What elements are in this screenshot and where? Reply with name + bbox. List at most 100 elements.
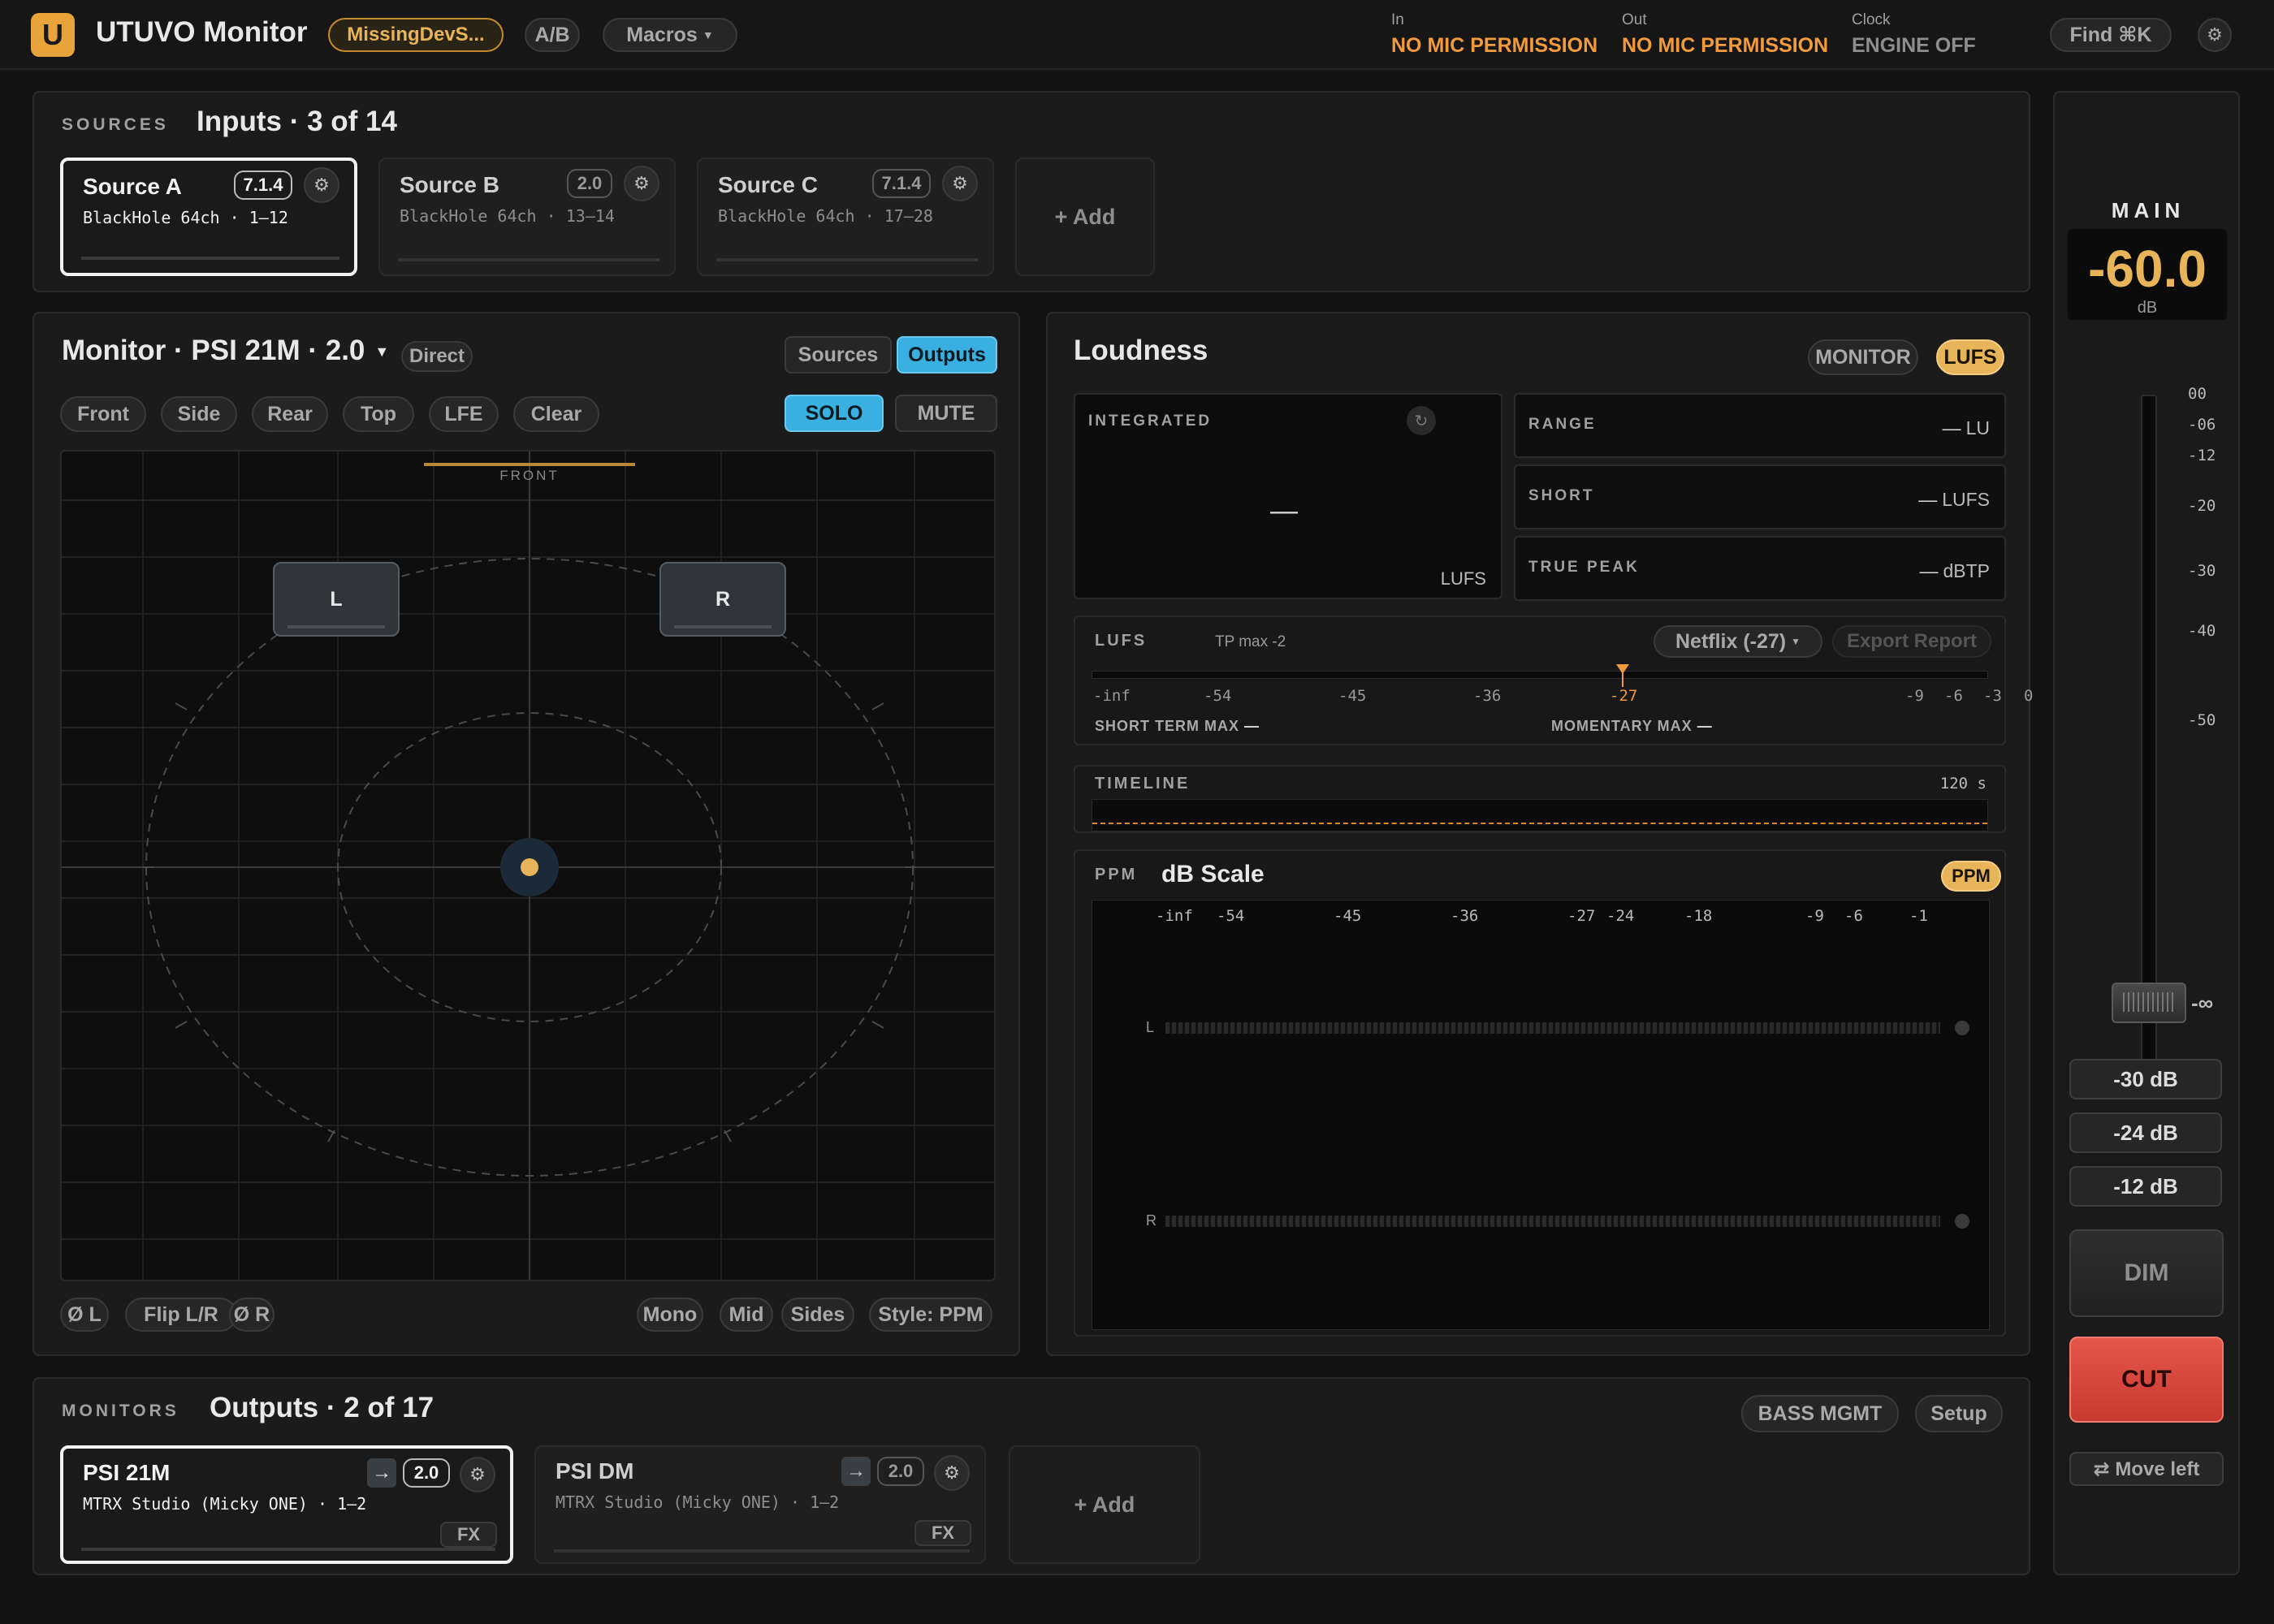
main-fader-handle[interactable] — [2112, 983, 2186, 1023]
find-button[interactable]: Find ⌘K — [2050, 18, 2172, 52]
timeline-box: TIMELINE 120 s — [1074, 765, 2006, 833]
ppm-title: dB Scale — [1161, 861, 1265, 888]
lufs-scale-tick: -27 — [1610, 687, 1638, 705]
lufs-scale-tick: -36 — [1473, 687, 1502, 705]
move-left-button[interactable]: ⇄ Move left — [2069, 1452, 2224, 1486]
main-scale-tick: -40 — [2188, 622, 2216, 640]
lufs-mode-button[interactable]: LUFS — [1936, 339, 2004, 375]
bass-management-button[interactable]: BASS MGMT — [1741, 1395, 1899, 1432]
source-card-c[interactable]: Source C 7.1.4 ⚙ BlackHole 64ch · 17–28 — [697, 158, 994, 276]
ppm-scale-tick: -1 — [1909, 907, 1928, 925]
preset-minus-12-button[interactable]: -12 dB — [2069, 1166, 2222, 1207]
add-source-button[interactable]: + Add — [1015, 158, 1155, 276]
group-clear-button[interactable]: Clear — [513, 396, 599, 432]
mono-button[interactable]: Mono — [637, 1298, 703, 1332]
reset-integrated-button[interactable]: ↻ — [1407, 406, 1436, 435]
ppm-scale-tick: -inf — [1156, 907, 1193, 925]
group-front-button[interactable]: Front — [60, 396, 146, 432]
lufs-scale-tick: -54 — [1204, 687, 1232, 705]
solo-button[interactable]: SOLO — [785, 395, 884, 432]
speaker-l[interactable]: L — [273, 562, 400, 637]
flip-lr-button[interactable]: Flip L/R — [125, 1298, 237, 1332]
true-peak-readout: — dBTP — [1919, 560, 1990, 582]
view-outputs-button[interactable]: Outputs — [897, 336, 997, 374]
output-meter-bar — [81, 1548, 495, 1551]
main-scale-tick: 00 — [2188, 385, 2207, 403]
add-output-button[interactable]: + Add — [1009, 1445, 1200, 1564]
output-card-psi-dm[interactable]: PSI DM → 2.0 ⚙ MTRX Studio (Micky ONE) ·… — [534, 1445, 986, 1564]
macros-label: Macros — [626, 23, 698, 46]
dim-button[interactable]: DIM — [2069, 1229, 2224, 1317]
speaker-r[interactable]: R — [659, 562, 786, 637]
phase-left-button[interactable]: Ø L — [60, 1298, 109, 1332]
output-settings-button[interactable]: ⚙ — [460, 1457, 495, 1492]
mute-button[interactable]: MUTE — [895, 395, 997, 432]
source-meter-bar — [716, 258, 978, 261]
device-chip[interactable]: MissingDevS... — [328, 18, 504, 52]
group-top-button[interactable]: Top — [343, 396, 414, 432]
integrated-unit: LUFS — [1440, 568, 1486, 589]
monitor-mode-button[interactable]: MONITOR — [1808, 339, 1918, 375]
target-preset-select[interactable]: Netflix (-27) ▼ — [1654, 625, 1822, 658]
output-card-psi-21m[interactable]: PSI 21M → 2.0 ⚙ MTRX Studio (Micky ONE) … — [60, 1445, 513, 1564]
lufs-scale-tick: -9 — [1905, 687, 1924, 705]
group-side-button[interactable]: Side — [161, 396, 237, 432]
source-settings-button[interactable]: ⚙ — [304, 167, 339, 203]
output-fx-button[interactable]: FX — [914, 1520, 971, 1546]
momentary-max-label: MOMENTARY MAX — [1551, 718, 1693, 734]
logo-letter: U — [42, 18, 63, 51]
sources-panel: SOURCES Inputs · 3 of 14 Source A 7.1.4 … — [32, 91, 2030, 292]
output-fx-button[interactable]: FX — [440, 1522, 497, 1548]
direct-chip[interactable]: Direct — [401, 341, 473, 372]
preset-minus-30-button[interactable]: -30 dB — [2069, 1059, 2222, 1099]
target-preset-label: Netflix (-27) — [1675, 629, 1787, 653]
group-rear-button[interactable]: Rear — [252, 396, 328, 432]
route-arrow-icon[interactable]: → — [841, 1457, 871, 1486]
main-label: MAIN — [2111, 198, 2185, 222]
in-label: In — [1391, 11, 1404, 28]
source-settings-button[interactable]: ⚙ — [942, 166, 978, 201]
true-peak-box: TRUE PEAK — dBTP — [1514, 536, 2006, 601]
ab-button[interactable]: A/B — [525, 18, 580, 52]
short-term-max-readout: SHORT TERM MAX — — [1095, 718, 1260, 735]
source-card-a[interactable]: Source A 7.1.4 ⚙ BlackHole 64ch · 1–12 — [60, 158, 357, 276]
source-device: BlackHole 64ch · 13–14 — [400, 206, 615, 226]
export-report-button[interactable]: Export Report — [1832, 625, 1991, 658]
ppm-meter-area: -inf -54 -45 -36 -27 -24 -18 -9 -6 -1 L R — [1092, 900, 1990, 1330]
monitor-title[interactable]: Monitor · PSI 21M · 2.0 ▼ — [62, 335, 389, 367]
setup-button[interactable]: Setup — [1915, 1395, 2003, 1432]
lufs-scale-tick: -6 — [1944, 687, 1963, 705]
output-settings-button[interactable]: ⚙ — [934, 1455, 970, 1491]
ppm-chip[interactable]: PPM — [1941, 861, 2001, 892]
group-lfe-button[interactable]: LFE — [429, 396, 499, 432]
source-meter-bar — [81, 257, 339, 260]
momentary-max-value: — — [1697, 718, 1713, 734]
sides-button[interactable]: Sides — [781, 1298, 854, 1332]
style-button[interactable]: Style: PPM — [869, 1298, 992, 1332]
output-format-badge: 2.0 — [403, 1458, 450, 1488]
range-readout: — LU — [1943, 417, 1990, 439]
chevron-down-icon: ▼ — [374, 343, 390, 360]
speaker-field[interactable]: FRONT L R — [60, 450, 996, 1281]
route-arrow-icon[interactable]: → — [367, 1458, 396, 1488]
phase-right-pill[interactable]: Ø R — [229, 1298, 275, 1332]
phase-right-label: Ø R — [233, 1302, 270, 1326]
source-card-b[interactable]: Source B 2.0 ⚙ BlackHole 64ch · 13–14 — [378, 158, 676, 276]
cut-button[interactable]: CUT — [2069, 1337, 2224, 1423]
settings-button[interactable]: ⚙ — [2198, 18, 2232, 52]
range-label: RANGE — [1528, 416, 1597, 433]
source-settings-button[interactable]: ⚙ — [624, 166, 659, 201]
front-label: FRONT — [499, 468, 560, 483]
add-output-label: + Add — [1074, 1492, 1135, 1517]
ppm-channel-l-bar — [1165, 1022, 1940, 1034]
speaker-l-label: L — [330, 587, 343, 611]
preset-minus-24-button[interactable]: -24 dB — [2069, 1112, 2222, 1153]
main-fader-track[interactable] — [2141, 395, 2157, 1077]
chevron-down-icon: ▼ — [702, 28, 714, 41]
mid-button[interactable]: Mid — [720, 1298, 773, 1332]
view-sources-button[interactable]: Sources — [785, 336, 892, 374]
macros-button[interactable]: Macros ▼ — [603, 18, 737, 52]
true-peak-unit: dBTP — [1943, 560, 1990, 581]
source-name: Source A — [83, 174, 182, 199]
speaker-r-label: R — [715, 587, 731, 611]
